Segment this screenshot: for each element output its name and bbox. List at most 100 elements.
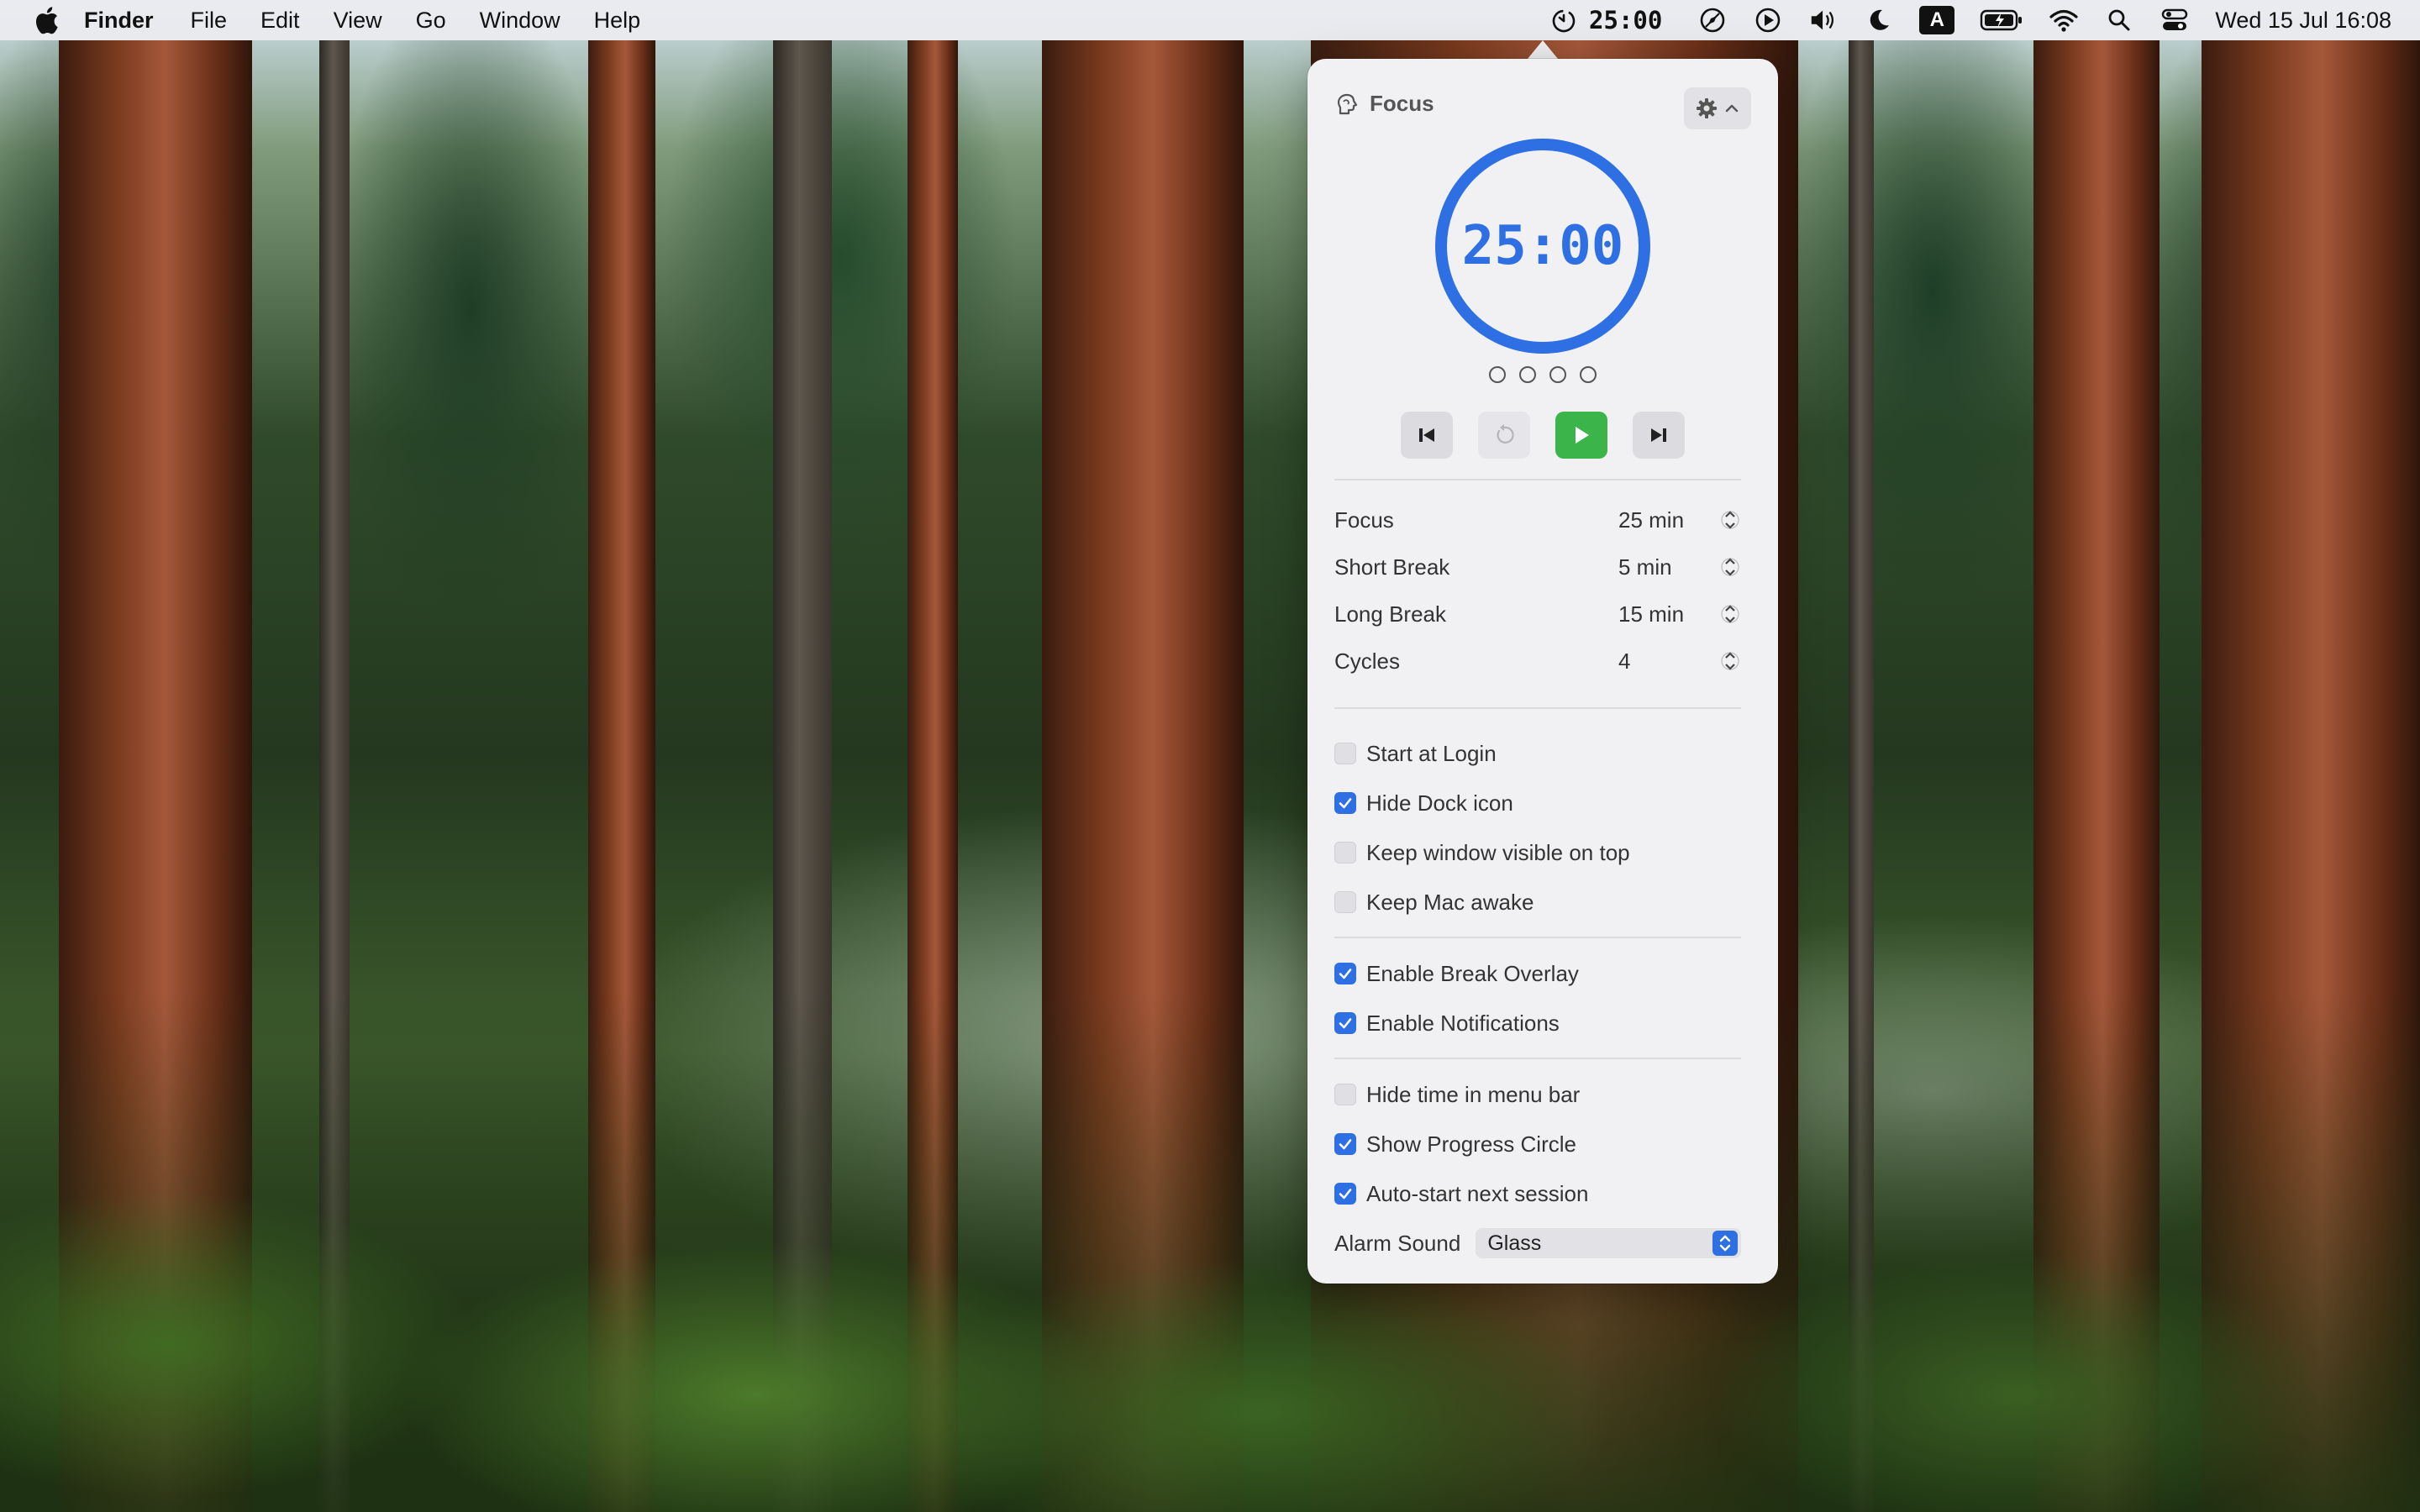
divider — [1334, 937, 1741, 938]
checkbox[interactable] — [1334, 743, 1356, 764]
option-label: Show Progress Circle — [1366, 1131, 1576, 1157]
cycle-dot — [1580, 366, 1597, 383]
show-progress-circle-option[interactable]: Show Progress Circle — [1334, 1126, 1741, 1163]
stepper-icon[interactable] — [1719, 549, 1741, 585]
menu-help[interactable]: Help — [594, 0, 641, 40]
menubar-timer-time: 25:00 — [1589, 6, 1663, 34]
focus-timer-popover: Focus 25:00 Focus 25 min Short Break 5 m… — [1307, 59, 1778, 1284]
menu-edit[interactable]: Edit — [260, 0, 300, 40]
select-arrows-icon — [1712, 1231, 1738, 1256]
desktop-wallpaper — [0, 0, 2420, 1512]
settings-menu-button[interactable] — [1684, 87, 1751, 129]
stepper-icon[interactable] — [1719, 596, 1741, 633]
keep-on-top-option[interactable]: Keep window visible on top — [1334, 834, 1741, 871]
keep-mac-awake-option[interactable]: Keep Mac awake — [1334, 884, 1741, 921]
option-label: Hide Dock icon — [1366, 790, 1513, 816]
checkbox[interactable] — [1334, 842, 1356, 864]
cycle-dot — [1519, 366, 1536, 383]
divider — [1334, 707, 1741, 709]
option-label: Enable Notifications — [1366, 1010, 1560, 1036]
previous-session-button[interactable] — [1401, 412, 1453, 459]
stepper-icon[interactable] — [1719, 501, 1741, 538]
gear-icon — [1695, 97, 1718, 120]
menu-window[interactable]: Window — [480, 0, 560, 40]
play-icon — [1571, 424, 1591, 446]
checkbox-checked[interactable] — [1334, 1133, 1356, 1155]
timer-icon — [1550, 7, 1577, 34]
menu-app-name[interactable]: Finder — [84, 0, 154, 40]
option-label: Start at Login — [1366, 740, 1497, 766]
reset-icon — [1492, 423, 1516, 447]
setting-label: Short Break — [1334, 554, 1450, 580]
reset-button[interactable] — [1478, 412, 1530, 459]
alarm-sound-label: Alarm Sound — [1334, 1230, 1461, 1256]
popover-header: Focus — [1334, 91, 1434, 117]
skip-forward-icon — [1648, 425, 1670, 445]
chevron-up-icon — [1723, 100, 1740, 117]
setting-label: Cycles — [1334, 648, 1401, 674]
cycles-value[interactable]: 4 — [1618, 648, 1711, 675]
battery-icon[interactable] — [1980, 5, 2023, 35]
hide-dock-icon-option[interactable]: Hide Dock icon — [1334, 785, 1741, 822]
auto-start-option[interactable]: Auto-start next session — [1334, 1175, 1741, 1212]
divider — [1334, 479, 1741, 480]
menubar-timer[interactable]: 25:00 — [1550, 6, 1662, 34]
short-break-duration-row: Short Break 5 min — [1334, 547, 1741, 587]
menu-view[interactable]: View — [334, 0, 382, 40]
skip-back-icon — [1416, 425, 1438, 445]
alarm-sound-select[interactable]: Glass — [1476, 1228, 1741, 1258]
long-break-duration-value[interactable]: 15 min — [1618, 601, 1711, 627]
popover-title: Focus — [1370, 91, 1434, 116]
apple-logo-icon[interactable] — [34, 6, 59, 34]
checkbox-checked[interactable] — [1334, 1012, 1356, 1034]
cycle-dot — [1489, 366, 1506, 383]
progress-circle: 25:00 — [1429, 133, 1656, 360]
menu-file[interactable]: File — [191, 0, 228, 40]
menubar-clock[interactable]: Wed 15 Jul 16:08 — [2215, 8, 2391, 34]
notifications-option[interactable]: Enable Notifications — [1334, 1005, 1741, 1042]
break-overlay-option[interactable]: Enable Break Overlay — [1334, 955, 1741, 992]
timer-controls — [1307, 412, 1778, 459]
compass-icon[interactable] — [1697, 5, 1728, 35]
wifi-icon[interactable] — [2049, 5, 2079, 35]
checkbox-checked[interactable] — [1334, 963, 1356, 984]
volume-icon[interactable] — [1808, 5, 1839, 35]
option-label: Hide time in menu bar — [1366, 1081, 1581, 1107]
control-center-icon[interactable] — [2160, 5, 2190, 35]
checkbox[interactable] — [1334, 891, 1356, 913]
option-label: Keep Mac awake — [1366, 889, 1534, 915]
moon-icon[interactable] — [1864, 5, 1894, 35]
timer-display: 25:00 — [1461, 215, 1624, 277]
stepper-icon[interactable] — [1719, 643, 1741, 680]
cycles-row: Cycles 4 — [1334, 641, 1741, 681]
menu-bar: Finder File Edit View Go Window Help 25:… — [0, 0, 2420, 40]
focus-duration-value[interactable]: 25 min — [1618, 507, 1711, 533]
play-button[interactable] — [1555, 412, 1607, 459]
popover-pointer — [1528, 40, 1558, 59]
alarm-sound-row: Alarm Sound Glass — [1334, 1226, 1741, 1260]
checkbox-checked[interactable] — [1334, 1183, 1356, 1205]
checkbox[interactable] — [1334, 1084, 1356, 1105]
setting-label: Focus — [1334, 507, 1394, 533]
skip-session-button[interactable] — [1633, 412, 1685, 459]
cycle-indicators — [1307, 366, 1778, 383]
start-at-login-option[interactable]: Start at Login — [1334, 735, 1741, 772]
input-source-badge[interactable]: A — [1919, 6, 1955, 34]
option-label: Keep window visible on top — [1366, 839, 1630, 865]
forest-undergrowth — [0, 991, 2420, 1512]
option-label: Enable Break Overlay — [1366, 960, 1579, 986]
search-icon[interactable] — [2104, 5, 2134, 35]
play-circle-icon[interactable] — [1753, 5, 1783, 35]
long-break-duration-row: Long Break 15 min — [1334, 594, 1741, 634]
alarm-sound-value: Glass — [1487, 1231, 1542, 1255]
divider — [1334, 1058, 1741, 1059]
brain-icon — [1334, 92, 1360, 117]
hide-menubar-time-option[interactable]: Hide time in menu bar — [1334, 1076, 1741, 1113]
checkbox-checked[interactable] — [1334, 792, 1356, 814]
menu-go[interactable]: Go — [416, 0, 446, 40]
short-break-duration-value[interactable]: 5 min — [1618, 554, 1711, 580]
cycle-dot — [1549, 366, 1566, 383]
setting-label: Long Break — [1334, 601, 1446, 627]
option-label: Auto-start next session — [1366, 1180, 1589, 1206]
focus-duration-row: Focus 25 min — [1334, 500, 1741, 540]
